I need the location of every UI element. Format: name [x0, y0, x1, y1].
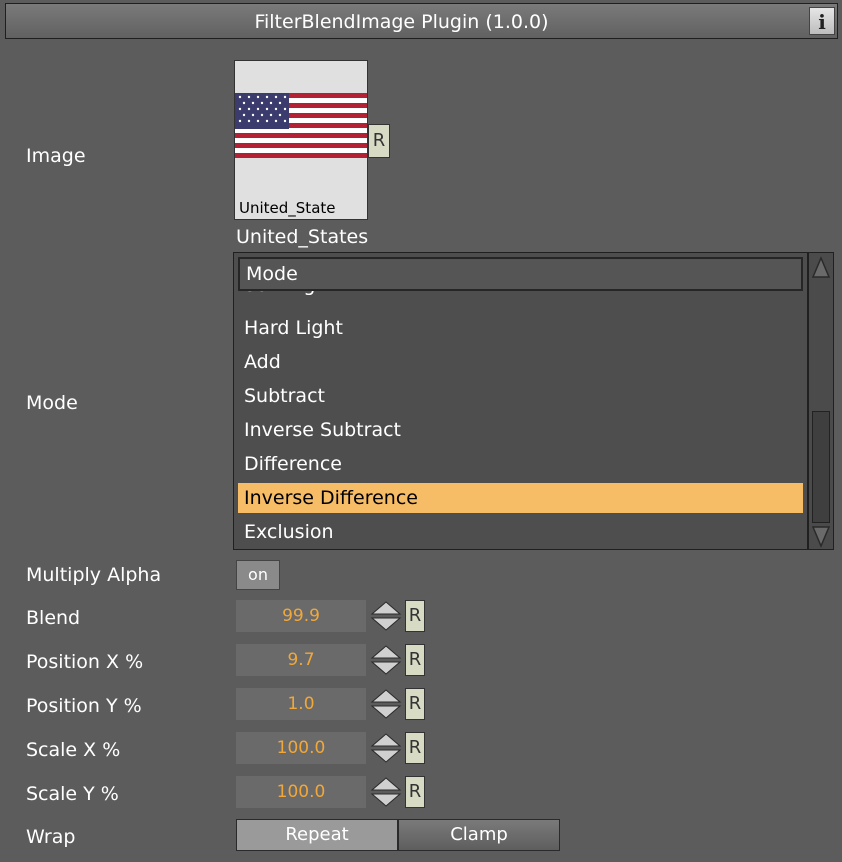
scale-x-label: Scale X % [26, 739, 121, 761]
scale-y-label: Scale Y % [26, 783, 119, 805]
position-y-value[interactable]: 1.0 [236, 688, 366, 720]
list-item-add[interactable]: Add [238, 347, 803, 377]
position-y-label: Position Y % [26, 695, 142, 717]
list-item-subtract[interactable]: Subtract [238, 381, 803, 411]
scale-y-reset-button[interactable]: R [405, 776, 425, 808]
scale-x-value[interactable]: 100.0 [236, 732, 366, 764]
mode-list[interactable]: Soft Light Mode Hard Light Add Subtract … [233, 252, 808, 550]
position-y-reset-button[interactable]: R [405, 688, 425, 720]
thumbnail-caption: United_State [235, 197, 367, 219]
mode-label: Mode [26, 392, 78, 414]
wrap-label: Wrap [26, 826, 76, 848]
position-x-reset-button[interactable]: R [405, 644, 425, 676]
info-button[interactable]: i [809, 7, 835, 35]
blend-reset-button[interactable]: R [405, 600, 425, 632]
list-item-inverse-subtract[interactable]: Inverse Subtract [238, 415, 803, 445]
window-title: FilterBlendImage Plugin (1.0.0) [254, 11, 549, 33]
image-thumbnail[interactable]: United_State [234, 60, 368, 220]
position-y-stepper-icon[interactable] [368, 688, 404, 720]
blend-stepper-icon[interactable] [368, 600, 404, 632]
plugin-panel: FilterBlendImage Plugin (1.0.0) i Image [0, 0, 842, 862]
scale-x-reset-button[interactable]: R [405, 732, 425, 764]
scroll-thumb[interactable] [812, 411, 830, 523]
title-bar: FilterBlendImage Plugin (1.0.0) i [5, 3, 838, 39]
mode-list-scrollbar[interactable] [808, 252, 834, 550]
list-item-inverse-difference[interactable]: Inverse Difference [238, 483, 803, 513]
list-item-difference[interactable]: Difference [238, 449, 803, 479]
blend-label: Blend [26, 607, 81, 629]
multiply-alpha-label: Multiply Alpha [26, 564, 162, 586]
scale-x-stepper-icon[interactable] [368, 732, 404, 764]
image-name: United_States [236, 226, 369, 248]
scroll-down-icon[interactable] [811, 523, 831, 549]
image-label: Image [26, 145, 86, 167]
scale-y-stepper-icon[interactable] [368, 776, 404, 808]
mode-list-header: Mode [238, 257, 803, 291]
position-x-stepper-icon[interactable] [368, 644, 404, 676]
scroll-up-icon[interactable] [811, 255, 831, 281]
position-x-label: Position X % [26, 651, 144, 673]
us-flag-image [235, 93, 367, 159]
list-item-hard-light[interactable]: Hard Light [238, 313, 803, 343]
scale-y-value[interactable]: 100.0 [236, 776, 366, 808]
wrap-repeat-button[interactable]: Repeat [236, 819, 398, 851]
multiply-alpha-toggle[interactable]: on [236, 560, 280, 590]
position-x-value[interactable]: 9.7 [236, 644, 366, 676]
wrap-clamp-button[interactable]: Clamp [398, 819, 560, 851]
image-reset-button[interactable]: R [368, 124, 390, 158]
blend-value[interactable]: 99.9 [236, 600, 366, 632]
list-item-exclusion[interactable]: Exclusion [238, 517, 803, 547]
